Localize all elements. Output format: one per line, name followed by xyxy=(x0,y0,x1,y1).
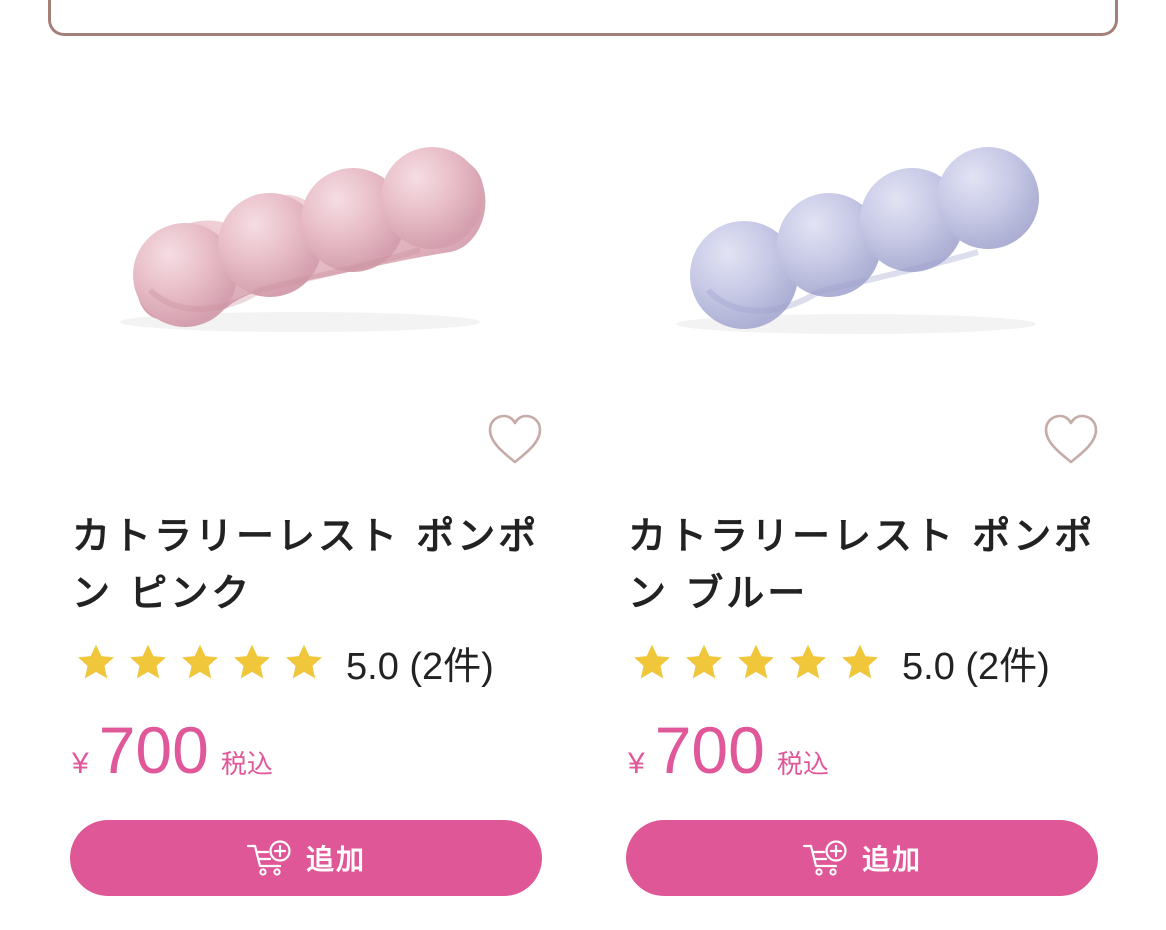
star-icon xyxy=(78,644,114,679)
filter-box xyxy=(48,0,1118,36)
product-card: カトラリーレスト ポンポン ピンク 5.0 (2件) ¥ 700 税込 追加 xyxy=(70,90,544,910)
star-icon xyxy=(234,644,270,679)
add-button-label: 追加 xyxy=(305,844,366,875)
product-image[interactable] xyxy=(626,90,1100,390)
add-button-label: 追加 xyxy=(861,844,922,875)
star-icon xyxy=(286,644,322,679)
product-rating: 5.0 (2件) xyxy=(630,638,1050,688)
star-icon xyxy=(790,644,826,679)
product-name[interactable]: カトラリーレスト ポンポン ブルー xyxy=(628,508,1098,622)
product-rating: 5.0 (2件) xyxy=(74,638,494,688)
star-icon xyxy=(738,644,774,679)
star-icon xyxy=(842,644,878,679)
rating-text[interactable]: 5.0 (2件) xyxy=(346,635,494,690)
product-price: ¥ 700 税込 xyxy=(628,712,829,788)
product-price: ¥ 700 税込 xyxy=(72,712,273,788)
price-currency: ¥ xyxy=(72,747,89,780)
favorite-heart-icon[interactable] xyxy=(486,412,544,468)
price-currency: ¥ xyxy=(628,747,645,780)
rating-stars xyxy=(630,640,890,684)
price-tax-label: 税込 xyxy=(220,750,273,780)
price-value: 700 xyxy=(98,713,209,787)
price-tax-label: 税込 xyxy=(776,750,829,780)
product-name[interactable]: カトラリーレスト ポンポン ピンク xyxy=(72,508,542,622)
product-card: カトラリーレスト ポンポン ブルー 5.0 (2件) ¥ 700 税込 追加 xyxy=(626,90,1100,910)
add-to-cart-button[interactable]: 追加 xyxy=(70,820,542,896)
star-icon xyxy=(634,644,670,679)
rating-text[interactable]: 5.0 (2件) xyxy=(902,635,1050,690)
rating-stars xyxy=(74,640,334,684)
cart-plus-icon xyxy=(246,840,291,876)
star-icon xyxy=(182,644,218,679)
favorite-heart-icon[interactable] xyxy=(1042,412,1100,468)
star-icon xyxy=(686,644,722,679)
product-image[interactable] xyxy=(70,90,544,390)
cart-plus-icon xyxy=(802,840,847,876)
star-icon xyxy=(130,644,166,679)
add-to-cart-button[interactable]: 追加 xyxy=(626,820,1098,896)
price-value: 700 xyxy=(654,713,765,787)
